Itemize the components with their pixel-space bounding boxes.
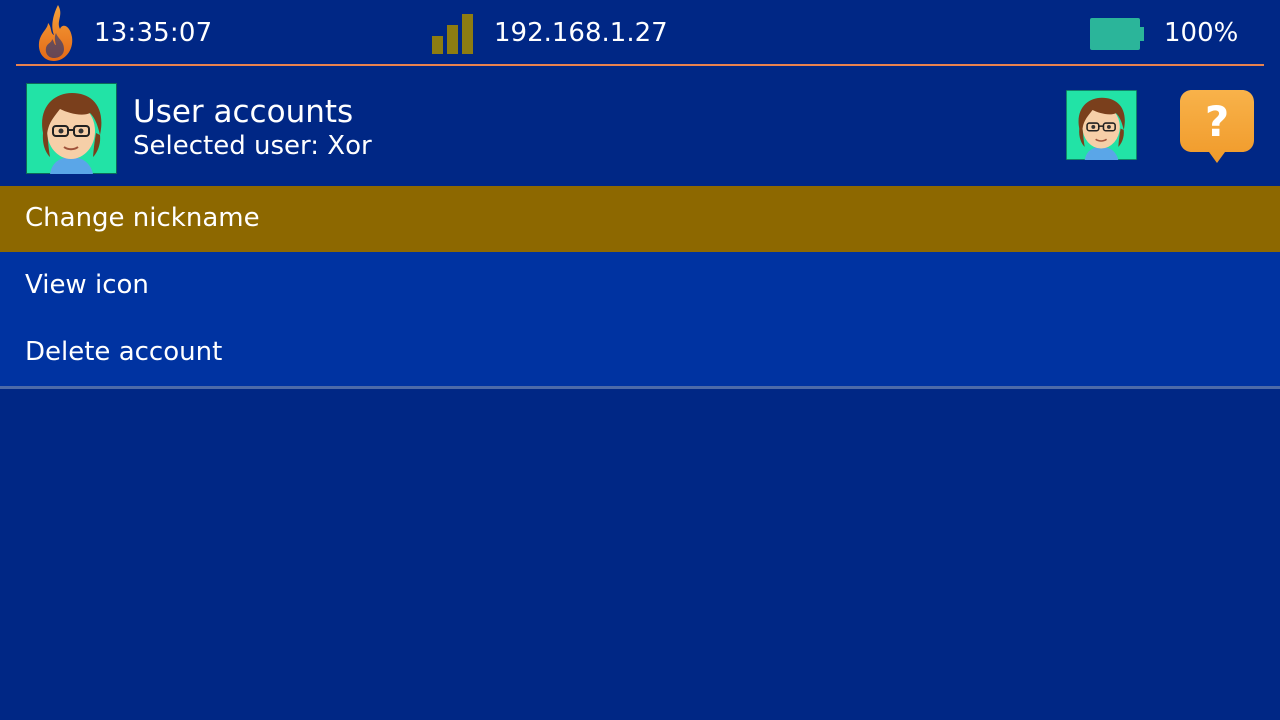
menu-item-label: Change nickname xyxy=(25,203,260,233)
question-mark-icon[interactable]: ? xyxy=(1180,90,1254,164)
user-avatar-icon[interactable] xyxy=(26,83,117,174)
battery-percentage: 100% xyxy=(1164,18,1239,48)
menu-item-label: Delete account xyxy=(25,337,223,367)
selected-user-label: Selected user: Xor xyxy=(133,131,372,161)
current-user-avatar-icon[interactable] xyxy=(1066,90,1137,160)
ip-address: 192.168.1.27 xyxy=(494,18,668,48)
page-title: User accounts xyxy=(133,94,354,130)
flame-icon xyxy=(38,5,73,61)
menu-item-view-icon[interactable]: View icon xyxy=(0,253,1280,319)
menu-item-label: View icon xyxy=(25,270,149,300)
battery-icon xyxy=(1090,18,1144,50)
status-bar: 13:35:07 192.168.1.27 100% xyxy=(0,0,1280,66)
clock-time: 13:35:07 xyxy=(94,18,213,48)
svg-text:?: ? xyxy=(1205,97,1229,146)
account-options-menu: Change nickname View icon Delete account xyxy=(0,186,1280,387)
menu-item-change-nickname[interactable]: Change nickname xyxy=(0,186,1280,252)
menu-item-delete-account[interactable]: Delete account xyxy=(0,320,1280,386)
menu-divider xyxy=(0,386,1280,389)
signal-strength-icon xyxy=(432,14,473,54)
